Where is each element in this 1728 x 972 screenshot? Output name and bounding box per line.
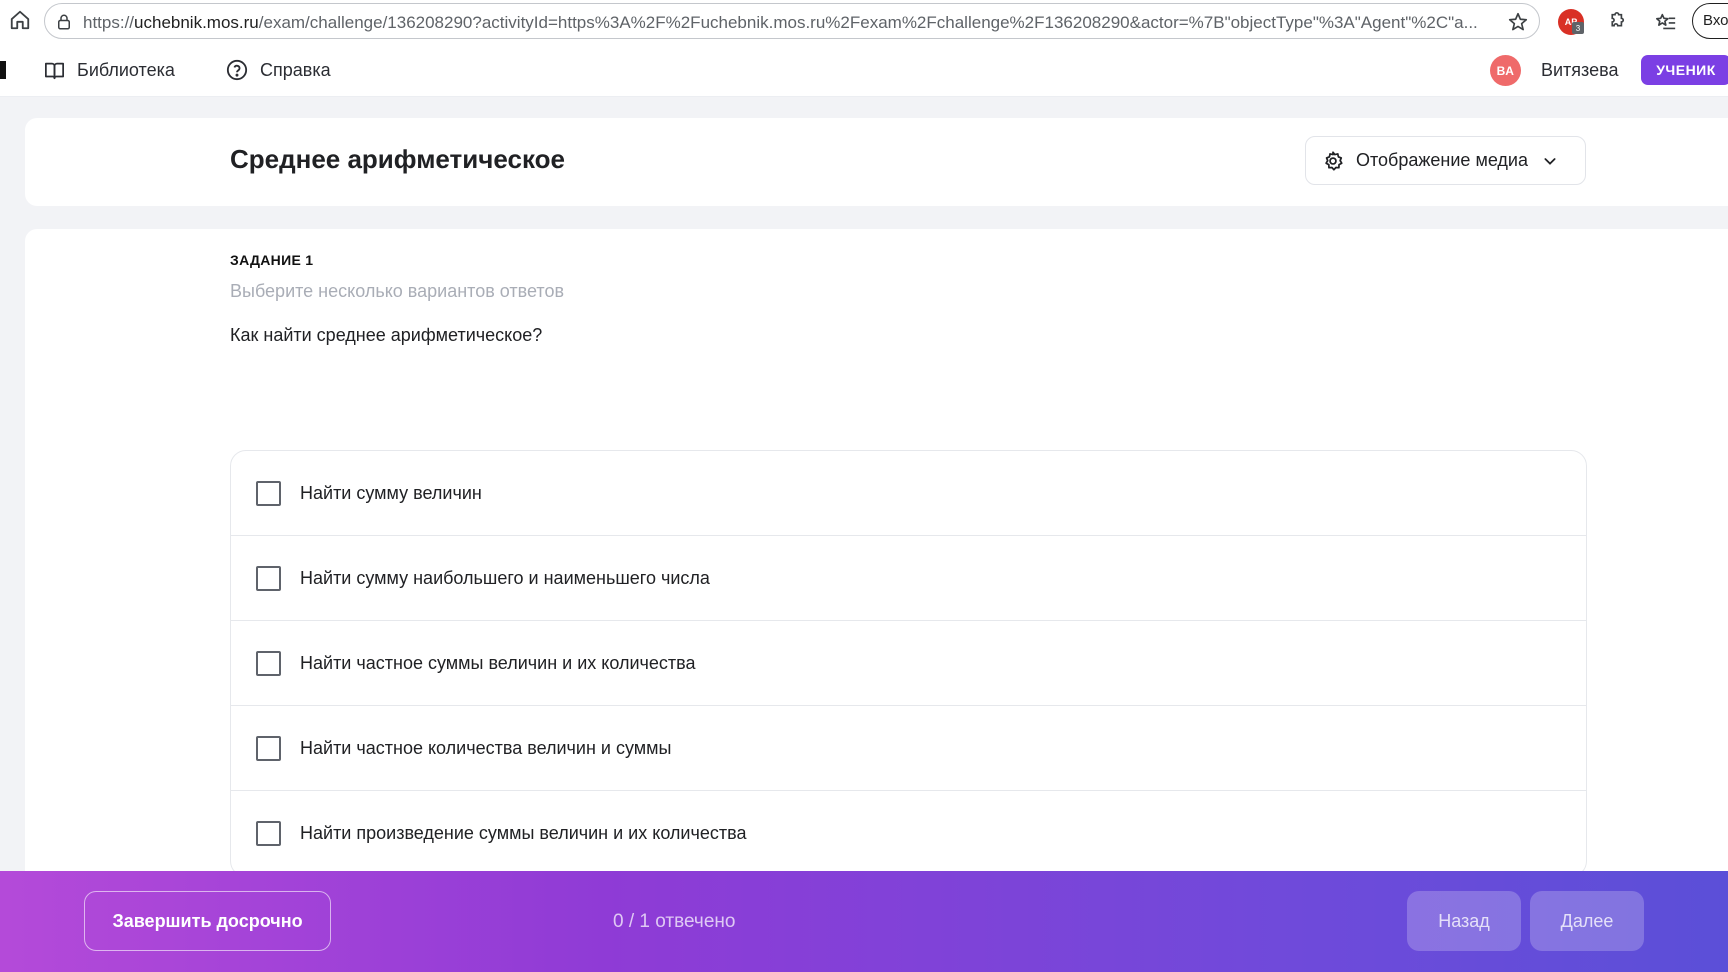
media-display-label: Отображение медиа bbox=[1356, 150, 1529, 170]
answer-option-label: Найти частное суммы величин и их количес… bbox=[300, 652, 696, 673]
answer-option-label: Найти сумму величин bbox=[300, 482, 482, 503]
answer-options: Найти сумму величин Найти сумму наибольш… bbox=[230, 450, 1587, 877]
book-icon bbox=[44, 62, 64, 79]
page-title: Среднее арифметическое bbox=[230, 144, 565, 174]
answer-option[interactable]: Найти сумму наибольшего и наименьшего чи… bbox=[231, 536, 1586, 621]
nav-library[interactable]: Библиотека bbox=[44, 57, 175, 83]
answer-checkbox[interactable] bbox=[256, 565, 281, 591]
chevron-down-icon bbox=[1544, 157, 1556, 165]
favorites-list-icon[interactable] bbox=[1654, 10, 1678, 34]
next-button[interactable]: Далее bbox=[1530, 891, 1644, 951]
answer-checkbox[interactable] bbox=[256, 735, 281, 761]
bookmark-star-icon[interactable] bbox=[1507, 11, 1529, 33]
user-name[interactable]: Витязева bbox=[1541, 60, 1618, 81]
signin-button[interactable]: Вхо bbox=[1692, 3, 1728, 39]
task-number: ЗАДАНИЕ 1 bbox=[230, 252, 314, 268]
answer-option[interactable]: Найти частное суммы величин и их количес… bbox=[231, 621, 1586, 706]
media-display-dropdown[interactable]: Отображение медиа bbox=[1305, 136, 1586, 185]
home-icon[interactable] bbox=[8, 8, 32, 32]
task-hint: Выберите несколько вариантов ответов bbox=[230, 281, 565, 301]
answered-progress: 0 / 1 отвечено bbox=[613, 911, 736, 932]
answer-option[interactable]: Найти произведение суммы величин и их ко… bbox=[231, 791, 1586, 876]
extension-count-badge: 3 bbox=[1572, 22, 1584, 34]
avatar[interactable]: ВА bbox=[1490, 55, 1521, 86]
answer-checkbox[interactable] bbox=[256, 650, 281, 676]
answer-option[interactable]: Найти частное количества величин и суммы bbox=[231, 706, 1586, 791]
help-circle-icon bbox=[226, 59, 248, 81]
answer-option-label: Найти частное количества величин и суммы bbox=[300, 737, 672, 758]
gear-icon bbox=[1325, 150, 1343, 171]
finish-early-button[interactable]: Завершить досрочно bbox=[84, 891, 331, 951]
nav-library-label: Библиотека bbox=[77, 59, 175, 80]
task-question: Как найти среднее арифметическое? bbox=[230, 325, 543, 345]
back-button[interactable]: Назад bbox=[1407, 891, 1521, 951]
site-info-icon[interactable] bbox=[55, 13, 73, 31]
answer-option-label: Найти сумму наибольшего и наименьшего чи… bbox=[300, 567, 710, 588]
address-bar[interactable]: https://uchebnik.mos.ru/exam/challenge/1… bbox=[44, 3, 1540, 39]
answer-checkbox[interactable] bbox=[256, 821, 281, 846]
site-header: Библиотека Справка ВА Витязева УЧЕНИК bbox=[0, 43, 1728, 97]
nav-help[interactable]: Справка bbox=[226, 57, 331, 83]
role-badge: УЧЕНИК bbox=[1641, 55, 1728, 85]
answer-option[interactable]: Найти сумму величин bbox=[231, 451, 1586, 536]
nav-help-label: Справка bbox=[260, 59, 331, 80]
browser-toolbar: https://uchebnik.mos.ru/exam/challenge/1… bbox=[0, 0, 1728, 43]
logo[interactable] bbox=[0, 61, 6, 79]
footer-bar: Завершить досрочно 0 / 1 отвечено Назад … bbox=[0, 871, 1728, 972]
answer-option-label: Найти произведение суммы величин и их ко… bbox=[300, 823, 747, 843]
answer-checkbox[interactable] bbox=[256, 480, 281, 506]
puzzle-extensions-icon[interactable] bbox=[1603, 10, 1627, 34]
url-text: https://uchebnik.mos.ru/exam/challenge/1… bbox=[83, 13, 1478, 32]
